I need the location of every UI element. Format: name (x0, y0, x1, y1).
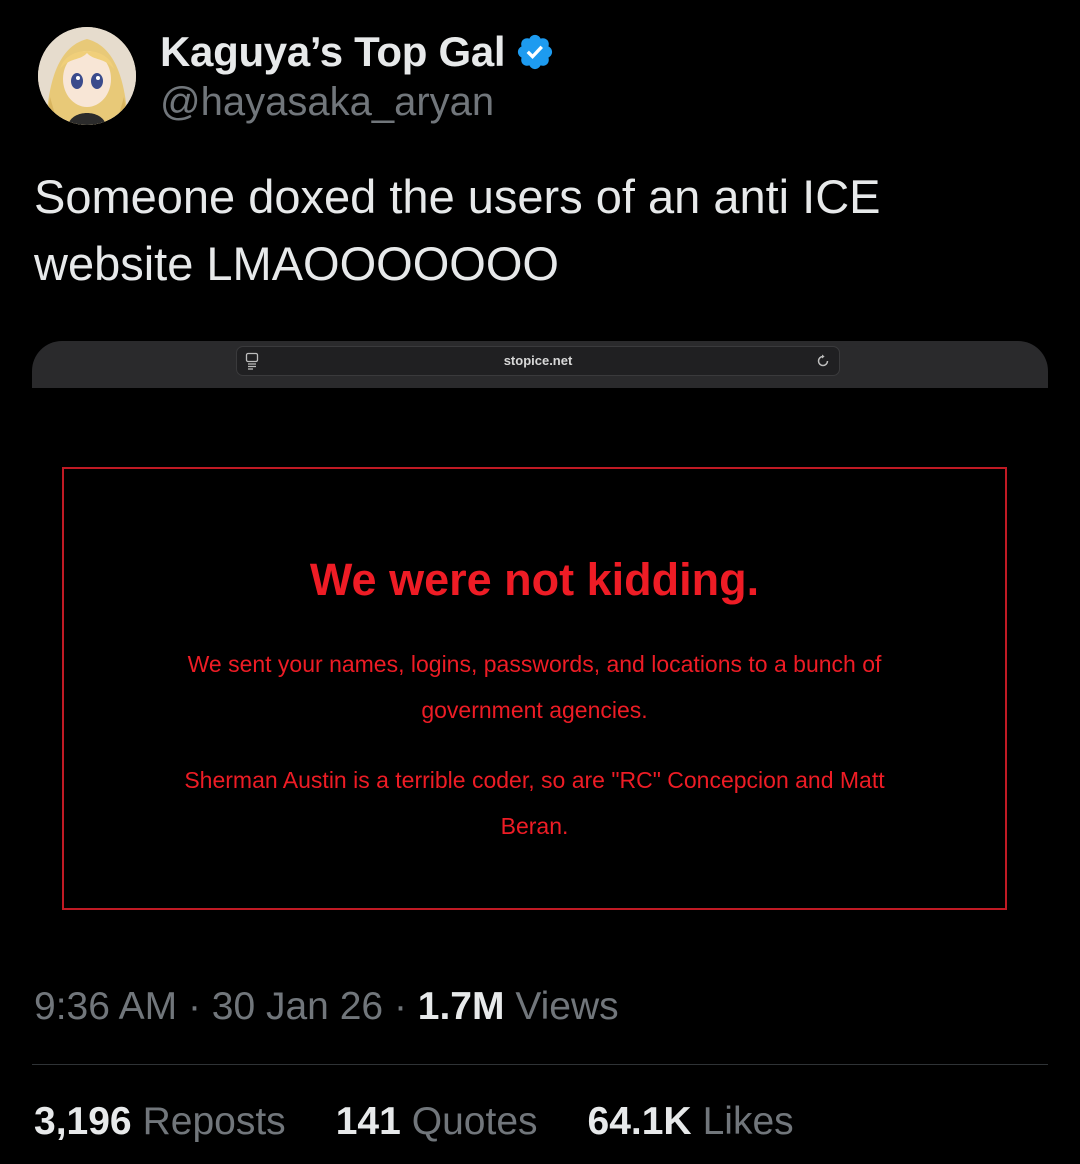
display-name[interactable]: Kaguya’s Top Gal (160, 28, 506, 76)
tweet-meta: 9:36 AM · 30 Jan 26 · 1.7M Views (34, 985, 619, 1029)
reload-icon (815, 353, 831, 369)
handle[interactable]: @hayasaka_aryan (160, 80, 555, 125)
tweet-text-line: website LMAOOOOOOO (34, 237, 559, 290)
anime-girl-avatar-icon (38, 26, 136, 125)
webpage-content: We were not kidding. We sent your names,… (32, 388, 1048, 949)
quotes-count: 141 (335, 1100, 401, 1143)
tweet-text-line: Someone doxed the users of an anti ICE (34, 170, 881, 223)
warning-paragraph: Sherman Austin is a terrible coder, so a… (104, 757, 965, 849)
warning-paragraph-line: government agencies. (421, 697, 648, 723)
name-row: Kaguya’s Top Gal (160, 26, 555, 78)
engagement-stats: 3,196 Reposts 141 Quotes 64.1K Likes (34, 1100, 794, 1144)
meta-separator: · (393, 985, 407, 1028)
author-block: Kaguya’s Top Gal @hayasaka_aryan (160, 26, 555, 125)
warning-box: We were not kidding. We sent your names,… (62, 467, 1007, 910)
attached-image[interactable]: stopice.net We were not kidding. We sent… (32, 341, 1048, 949)
divider (32, 1064, 1048, 1065)
warning-paragraph: We sent your names, logins, passwords, a… (104, 641, 965, 733)
reposts-label: Reposts (142, 1100, 286, 1143)
address-bar: stopice.net (236, 346, 840, 376)
tweet-time[interactable]: 9:36 AM (34, 985, 177, 1028)
likes-count: 64.1K (587, 1100, 692, 1143)
likes-stat[interactable]: 64.1K Likes (588, 1100, 794, 1144)
tweet-header: Kaguya’s Top Gal @hayasaka_aryan (38, 26, 555, 125)
likes-label: Likes (702, 1100, 794, 1143)
tweet-date[interactable]: 30 Jan 26 (212, 985, 383, 1028)
reposts-count: 3,196 (34, 1100, 132, 1143)
reposts-stat[interactable]: 3,196 Reposts (34, 1100, 286, 1144)
meta-separator: · (187, 985, 201, 1028)
avatar[interactable] (38, 26, 136, 125)
url-text: stopice.net (503, 353, 573, 368)
views-count: 1.7M (417, 985, 505, 1028)
warning-headline: We were not kidding. (309, 554, 760, 605)
warning-paragraph-line: We sent your names, logins, passwords, a… (187, 651, 882, 677)
warning-paragraph-line: Sherman Austin is a terrible coder, so a… (184, 767, 885, 793)
quotes-label: Quotes (411, 1100, 538, 1143)
warning-paragraph-line: Beran. (500, 813, 569, 839)
tweet-text: Someone doxed the users of an anti ICE w… (34, 163, 1044, 297)
views-label: Views (515, 985, 619, 1028)
browser-toolbar: stopice.net (32, 341, 1048, 388)
quotes-stat[interactable]: 141 Quotes (336, 1100, 538, 1144)
verified-badge-icon[interactable] (515, 32, 555, 72)
